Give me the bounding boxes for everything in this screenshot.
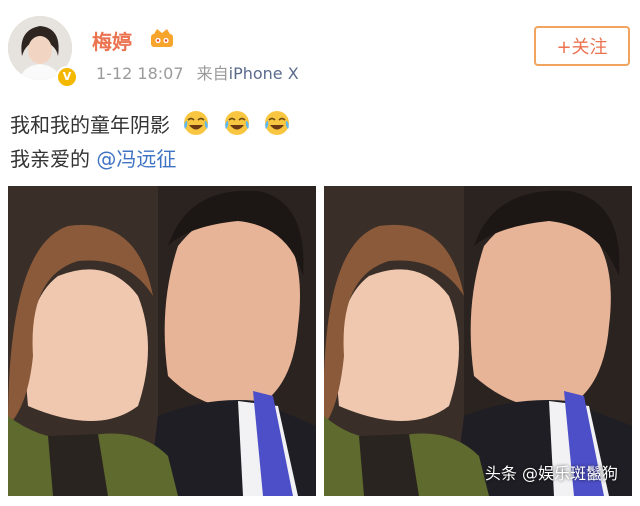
laugh-cry-emoji-icon bbox=[184, 111, 209, 135]
post-line-1-text: 我和我的童年阴影 bbox=[10, 113, 170, 137]
post-text: 我和我的童年阴影 我亲爱的 @冯远征 bbox=[10, 108, 291, 176]
follow-button[interactable]: +关注 bbox=[534, 26, 630, 66]
source-prefix: 来自 bbox=[196, 64, 229, 83]
laugh-cry-emoji-icon bbox=[265, 111, 290, 135]
device-link[interactable]: iPhone X bbox=[229, 64, 299, 83]
vip-crown-icon bbox=[151, 29, 173, 47]
watermark: 头条 @娱乐斑鬣狗 bbox=[484, 464, 618, 483]
post-line-2-text: 我亲爱的 bbox=[10, 147, 97, 171]
verified-badge: V bbox=[56, 66, 78, 88]
username[interactable]: 梅婷 bbox=[92, 26, 132, 55]
laugh-cry-emoji-icon bbox=[224, 111, 249, 135]
post-line-2: 我亲爱的 @冯远征 bbox=[10, 142, 291, 176]
mention-link[interactable]: @冯远征 bbox=[96, 147, 176, 171]
post-photo-1[interactable] bbox=[8, 186, 316, 496]
post-time: 1-12 18:07 bbox=[96, 64, 184, 83]
post-meta: 1-12 18:07 来自iPhone X bbox=[96, 60, 299, 84]
follow-label: +关注 bbox=[556, 37, 608, 58]
post-line-1: 我和我的童年阴影 bbox=[10, 108, 291, 142]
post-photo-2[interactable]: 头条 @娱乐斑鬣狗 bbox=[324, 186, 632, 496]
